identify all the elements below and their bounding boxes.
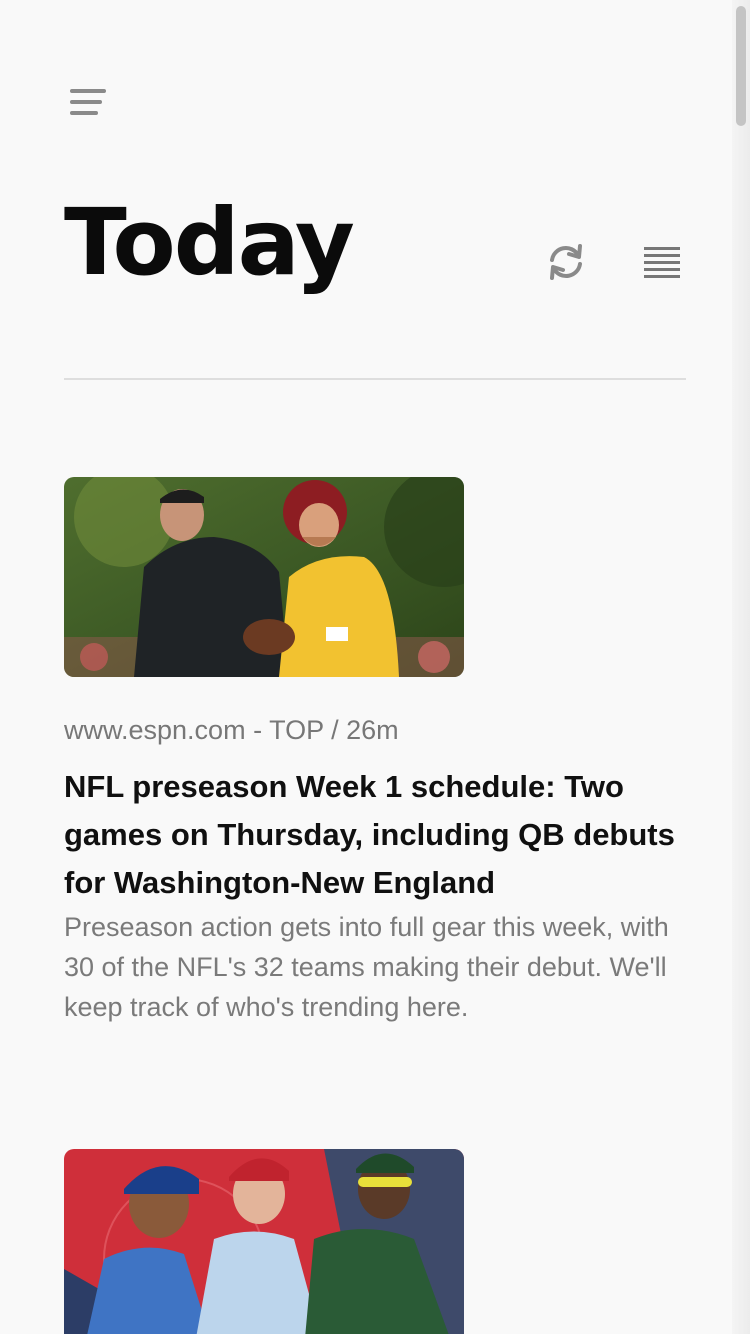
article-card[interactable] bbox=[64, 1149, 686, 1334]
scrollbar[interactable] bbox=[732, 0, 750, 1334]
header-divider bbox=[64, 378, 686, 380]
article-source[interactable]: www.espn.com bbox=[64, 715, 246, 745]
article-category-time: TOP / 26m bbox=[269, 715, 399, 745]
today-feed-page: Today www.espn.com - TOP / 26m NFL prese… bbox=[0, 0, 750, 1334]
article-card[interactable]: www.espn.com - TOP / 26m NFL preseason W… bbox=[64, 477, 686, 1027]
article-headline[interactable]: NFL preseason Week 1 schedule: Two games… bbox=[64, 763, 686, 907]
page-title: Today bbox=[64, 189, 355, 296]
refresh-icon[interactable] bbox=[544, 240, 588, 284]
list-view-icon[interactable] bbox=[640, 244, 684, 280]
article-image[interactable] bbox=[64, 477, 464, 677]
meta-separator: - bbox=[253, 715, 263, 745]
hamburger-menu-icon[interactable] bbox=[64, 84, 108, 122]
scrollbar-thumb[interactable] bbox=[736, 6, 746, 126]
article-image[interactable] bbox=[64, 1149, 464, 1334]
article-summary: Preseason action gets into full gear thi… bbox=[64, 912, 669, 1022]
article-meta: www.espn.com - TOP / 26m bbox=[64, 713, 686, 747]
